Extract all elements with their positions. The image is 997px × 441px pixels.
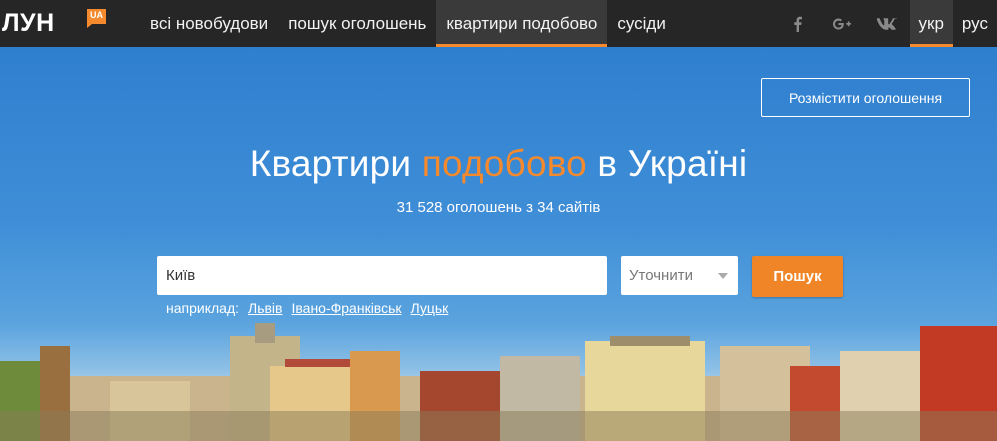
search-examples: наприклад: Львів Івано-Франківськ Луцьк — [166, 300, 448, 316]
example-link-lutsk[interactable]: Луцьк — [411, 300, 449, 316]
google-plus-icon[interactable] — [820, 0, 865, 47]
examples-label: наприклад: — [166, 300, 240, 316]
page-title: Квартири подобово в Україні — [249, 143, 748, 184]
logo-text: ЛУН — [2, 9, 55, 37]
refine-label: Уточнити — [629, 267, 693, 284]
chevron-down-icon — [718, 273, 728, 279]
city-search-input[interactable]: Київ — [157, 256, 607, 295]
lang-ukr[interactable]: укр — [909, 0, 953, 47]
example-link-ivano-frankivsk[interactable]: Івано-Франківськ — [291, 300, 401, 316]
city-skyline-image — [0, 323, 997, 441]
nav-item-search-listings[interactable]: пошук оголошень — [278, 0, 436, 47]
search-button[interactable]: Пошук — [752, 256, 843, 297]
vk-icon[interactable] — [865, 0, 910, 47]
hero-banner: Розмістити оголошення Квартири подобово … — [0, 47, 997, 441]
example-link-lviv[interactable]: Львів — [248, 300, 282, 316]
nav-item-neighbors[interactable]: сусіди — [607, 0, 676, 47]
logo-badge: UA — [87, 9, 106, 28]
logo[interactable]: ЛУН UA — [0, 0, 140, 47]
top-navbar: ЛУН UA всі новобудови пошук оголошень кв… — [0, 0, 997, 47]
nav-item-all-new-buildings[interactable]: всі новобудови — [140, 0, 278, 47]
listings-count: 31 528 оголошень з 34 сайтів — [396, 199, 601, 216]
lang-rus[interactable]: рус — [953, 0, 997, 47]
main-nav: всі новобудови пошук оголошень квартири … — [140, 0, 676, 47]
nav-item-daily-rent[interactable]: квартири подобово — [436, 0, 608, 47]
nav-right: укр рус — [775, 0, 997, 47]
post-ad-button[interactable]: Розмістити оголошення — [761, 78, 970, 117]
facebook-icon[interactable] — [775, 0, 820, 47]
refine-dropdown[interactable]: Уточнити — [621, 256, 738, 295]
